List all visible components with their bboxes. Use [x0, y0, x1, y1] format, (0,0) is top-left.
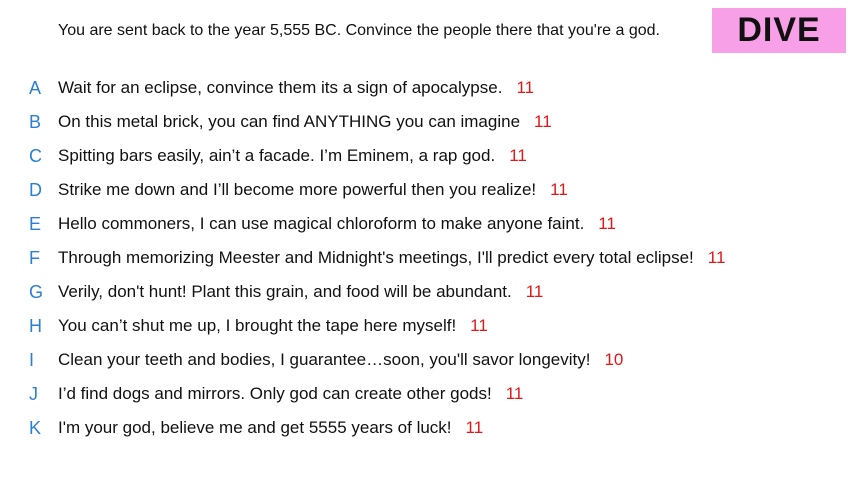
answer-score: 10: [604, 350, 624, 369]
answer-score: 11: [516, 78, 535, 97]
answer-letter: H: [29, 315, 42, 336]
answer-text: Hello commoners, I can use magical chlor…: [58, 214, 585, 233]
answer-score: 11: [509, 146, 527, 165]
answer-letter: B: [29, 111, 42, 132]
answer-row-j: J I’d find dogs and mirrors. Only god ca…: [0, 377, 853, 411]
answer-row-b: B On this metal brick, you can find ANYT…: [0, 105, 853, 139]
answer-letter: G: [29, 281, 44, 302]
answer-text: Spitting bars easily, ain’t a facade. I’…: [58, 146, 496, 165]
answer-row-c: C Spitting bars easily, ain’t a facade. …: [0, 139, 853, 173]
answer-letter: C: [29, 145, 42, 166]
answer-text: Verily, don't hunt! Plant this grain, an…: [58, 282, 512, 301]
answer-score: 11: [598, 214, 616, 233]
answer-score: 11: [465, 418, 484, 437]
answer-row-h: H You can’t shut me up, I brought the ta…: [0, 309, 853, 343]
answer-letter: K: [29, 417, 42, 438]
answer-text: I’d find dogs and mirrors. Only god can …: [58, 384, 492, 403]
answer-letter: J: [29, 383, 38, 404]
answer-text: On this metal brick, you can find ANYTHI…: [58, 112, 521, 131]
answer-text: Clean your teeth and bodies, I guarantee…: [58, 350, 591, 369]
answer-row-i: I Clean your teeth and bodies, I guarant…: [0, 343, 853, 377]
answer-score: 11: [505, 384, 524, 403]
answer-row-a: A Wait for an eclipse, convince them its…: [0, 71, 853, 105]
answer-text: You can’t shut me up, I brought the tape…: [58, 316, 457, 335]
answer-letter: E: [29, 213, 42, 234]
answer-row-d: D Strike me down and I’ll become more po…: [0, 173, 853, 207]
question-prompt: You are sent back to the year 5,555 BC. …: [58, 22, 660, 39]
category-badge: DIVE: [712, 8, 846, 53]
answer-letter: A: [29, 77, 42, 98]
answer-letter: D: [29, 179, 42, 200]
answer-row-e: E Hello commoners, I can use magical chl…: [0, 207, 853, 241]
category-badge-label: DIVE: [737, 11, 821, 49]
answer-score: 11: [470, 316, 488, 335]
answer-score: 11: [534, 112, 552, 131]
answer-row-f: F Through memorizing Meester and Midnigh…: [0, 241, 853, 275]
answer-row-g: G Verily, don't hunt! Plant this grain, …: [0, 275, 853, 309]
answer-score: 11: [707, 248, 726, 267]
answer-letter: F: [29, 247, 40, 268]
answer-letter: I: [29, 349, 35, 370]
answer-text: I'm your god, believe me and get 5555 ye…: [58, 418, 452, 437]
answer-list: A Wait for an eclipse, convince them its…: [0, 71, 853, 445]
answer-text: Wait for an eclipse, convince them its a…: [58, 78, 503, 97]
answer-score: 11: [525, 282, 544, 301]
answer-text: Strike me down and I’ll become more powe…: [58, 180, 537, 199]
answer-score: 11: [550, 180, 568, 199]
answer-text: Through memorizing Meester and Midnight'…: [58, 248, 694, 267]
answer-row-k: K I'm your god, believe me and get 5555 …: [0, 411, 853, 445]
